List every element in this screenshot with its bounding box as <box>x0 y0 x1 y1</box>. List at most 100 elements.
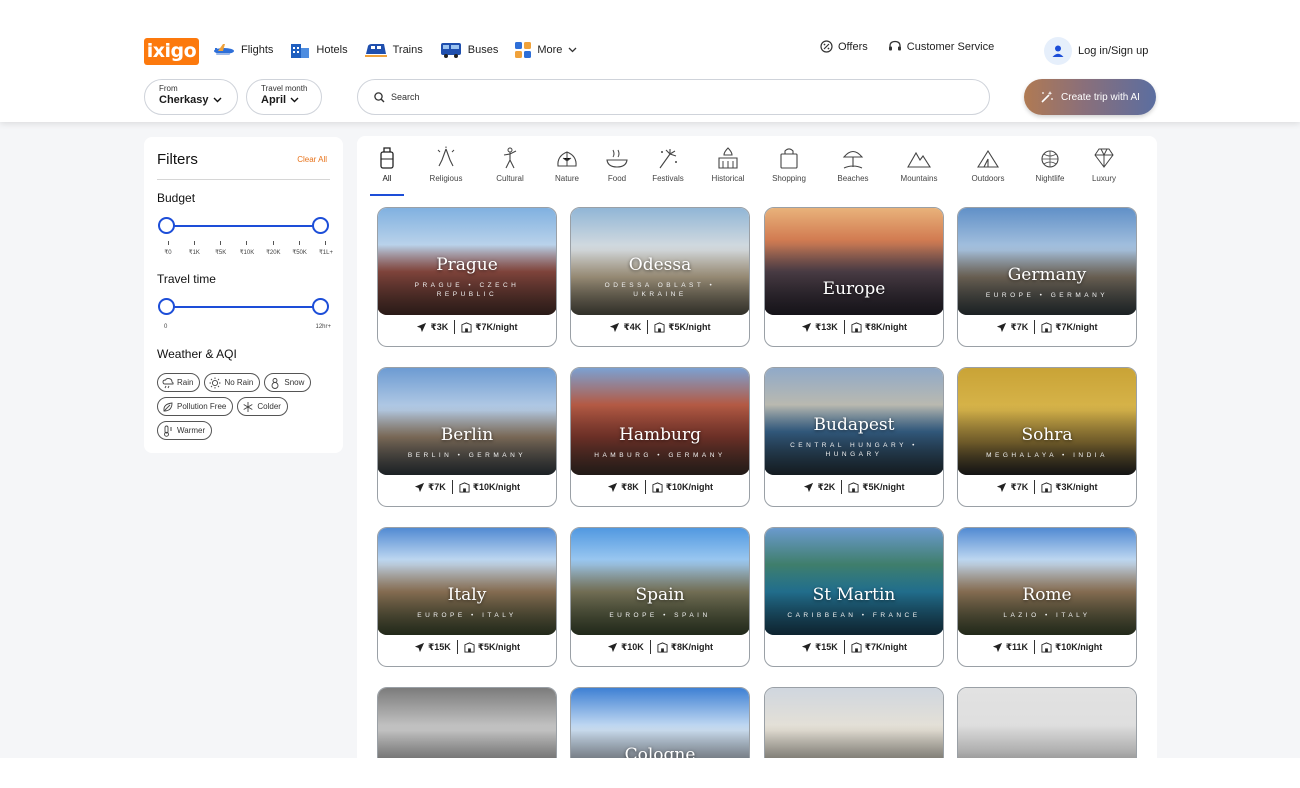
tab-nature[interactable]: Nature <box>549 146 585 194</box>
destination-card[interactable]: Rome Lazio • Italy ₹11K ₹10K/night <box>957 527 1137 667</box>
chip-rain[interactable]: Rain <box>157 373 201 392</box>
budget-max-handle[interactable] <box>312 217 329 234</box>
tab-nightlife-label: Nightlife <box>1035 174 1065 183</box>
hotel-price: ₹8K/night <box>864 321 908 332</box>
tab-all-label: All <box>382 174 392 183</box>
tab-food[interactable]: Food <box>602 146 632 194</box>
category-tabs: All Religious Cultural Nature Food Festi… <box>367 146 1157 196</box>
tab-festivals[interactable]: Festivals <box>648 146 688 194</box>
tab-beaches[interactable]: Beaches <box>833 146 873 194</box>
budget-min-handle[interactable] <box>158 217 175 234</box>
top-header: ixigo Flights Hotels Trains Buses More O… <box>0 0 1300 122</box>
filters-title: Filters <box>157 151 198 168</box>
offers-link[interactable]: Offers <box>820 40 868 53</box>
leaf-icon <box>163 401 173 411</box>
destination-card[interactable]: Hamburg Hamburg • Germany ₹8K ₹10K/night <box>570 367 750 507</box>
chip-pollution-free-label: Pollution Free <box>177 402 227 411</box>
customer-service-link[interactable]: Customer Service <box>888 40 994 53</box>
tab-cultural[interactable]: Cultural <box>490 146 530 194</box>
tab-mountains-label: Mountains <box>900 174 938 183</box>
tab-historical[interactable]: Historical <box>706 146 750 194</box>
nav-hotels-label: Hotels <box>316 44 348 56</box>
price-divider <box>451 480 453 494</box>
destination-region: Meghalaya • India <box>986 452 1108 459</box>
travel-time-max-handle[interactable] <box>312 298 329 315</box>
hotel-price: ₹10K/night <box>665 481 714 492</box>
tab-cultural-label: Cultural <box>496 174 524 183</box>
budget-tick: ₹1L+ <box>316 241 336 256</box>
hotel-price: ₹10K/night <box>472 481 521 492</box>
plane-icon <box>997 482 1007 492</box>
nav-more[interactable]: More <box>514 41 577 59</box>
destination-card[interactable]: Odessa Odessa Oblast • Ukraine ₹4K ₹5K/n… <box>570 207 750 347</box>
plane-icon <box>414 482 425 492</box>
destination-name: Germany <box>1007 265 1087 285</box>
destination-card[interactable]: Italy Europe • Italy ₹15K ₹5K/night <box>377 527 557 667</box>
flight-price: ₹7K <box>1010 321 1029 332</box>
destination-card[interactable]: Sohra Meghalaya • India ₹7K ₹3K/night <box>957 367 1137 507</box>
nav-more-label: More <box>537 44 563 56</box>
tab-outdoors[interactable]: Outdoors <box>966 146 1010 194</box>
flight-price: ₹10K <box>620 641 644 652</box>
chip-warmer[interactable]: Warmer <box>157 421 213 440</box>
tab-mountains[interactable]: Mountains <box>895 146 943 194</box>
thermometer-icon <box>164 425 172 437</box>
tab-shopping[interactable]: Shopping <box>766 146 812 194</box>
budget-label: Budget <box>157 191 196 205</box>
tab-all[interactable]: All <box>370 146 404 196</box>
login-label: Log in/Sign up <box>1078 45 1149 57</box>
from-city-selector[interactable]: From Cherkasy <box>144 79 238 115</box>
nav-trains[interactable]: Trains <box>364 41 423 59</box>
destination-name: Budapest <box>813 415 895 435</box>
chip-colder[interactable]: Colder <box>237 397 288 416</box>
destination-card[interactable]: Berlin Berlin • Germany ₹7K ₹10K/night <box>377 367 557 507</box>
travel-time-max: 12hr+ <box>315 324 331 330</box>
chip-pollution-free[interactable]: Pollution Free <box>157 397 234 416</box>
temple-icon <box>718 147 738 169</box>
filters-panel: Filters Clear All Budget ₹0 ₹1K ₹5K ₹10K… <box>144 137 343 453</box>
hotel-price: ₹5K/night <box>668 321 711 332</box>
travel-time-min-handle[interactable] <box>158 298 175 315</box>
budget-tick: ₹0 <box>158 241 178 256</box>
destination-card[interactable]: St Martin Caribbean • France ₹15K ₹7K/ni… <box>764 527 944 667</box>
dancer-icon <box>503 147 517 169</box>
nav-buses[interactable]: Buses <box>439 41 498 59</box>
price-divider <box>843 320 845 334</box>
create-trip-ai-button[interactable]: Create trip with AI <box>1024 79 1156 115</box>
plane-icon <box>610 322 620 332</box>
budget-slider[interactable] <box>158 217 329 234</box>
clear-all-button[interactable]: Clear All <box>297 155 327 164</box>
avatar <box>1044 37 1072 65</box>
plane-icon <box>607 482 618 492</box>
nav-hotels[interactable]: Hotels <box>289 41 348 59</box>
budget-tick: ₹50K <box>290 241 310 256</box>
chip-snow[interactable]: Snow <box>264 373 312 392</box>
destination-card[interactable]: Europe ₹13K ₹8K/night <box>764 207 944 347</box>
destination-card[interactable]: Germany Europe • Germany ₹7K ₹7K/night <box>957 207 1137 347</box>
destination-name: Odessa <box>628 255 692 275</box>
tab-nightlife[interactable]: Nightlife <box>1030 146 1070 194</box>
tab-luxury[interactable]: Luxury <box>1087 146 1121 194</box>
ixigo-logo[interactable]: ixigo <box>144 38 199 65</box>
destination-prices: ₹2K ₹5K/night <box>765 480 943 494</box>
tab-religious[interactable]: Religious <box>424 146 468 194</box>
destination-image: Europe <box>765 208 943 315</box>
budget-tick: ₹10K <box>237 241 257 256</box>
nav-flights[interactable]: Flights <box>212 41 273 59</box>
destination-card[interactable]: Spain Europe • Spain ₹10K ₹8K/night <box>570 527 750 667</box>
flight-price: ₹13K <box>814 321 838 332</box>
destination-card[interactable]: Prague Prague • Czech Republic ₹3K ₹7K/n… <box>377 207 557 347</box>
tab-shopping-label: Shopping <box>772 174 806 183</box>
user-icon <box>1052 45 1064 57</box>
search-icon <box>374 91 385 102</box>
travel-month-selector[interactable]: Travel month April <box>246 79 322 115</box>
login-signup-button[interactable]: Log in/Sign up <box>1044 37 1148 65</box>
destination-prices: ₹7K ₹7K/night <box>958 320 1136 334</box>
destination-card[interactable]: Budapest Central Hungary • Hungary ₹2K ₹… <box>764 367 944 507</box>
travel-time-slider[interactable] <box>158 298 329 315</box>
search-input[interactable]: Search <box>357 79 990 115</box>
chip-no-rain[interactable]: No Rain <box>204 373 261 392</box>
travel-month: April <box>261 94 287 106</box>
destination-region: Prague • Czech Republic <box>414 282 520 298</box>
flight-price: ₹15K <box>814 641 838 652</box>
